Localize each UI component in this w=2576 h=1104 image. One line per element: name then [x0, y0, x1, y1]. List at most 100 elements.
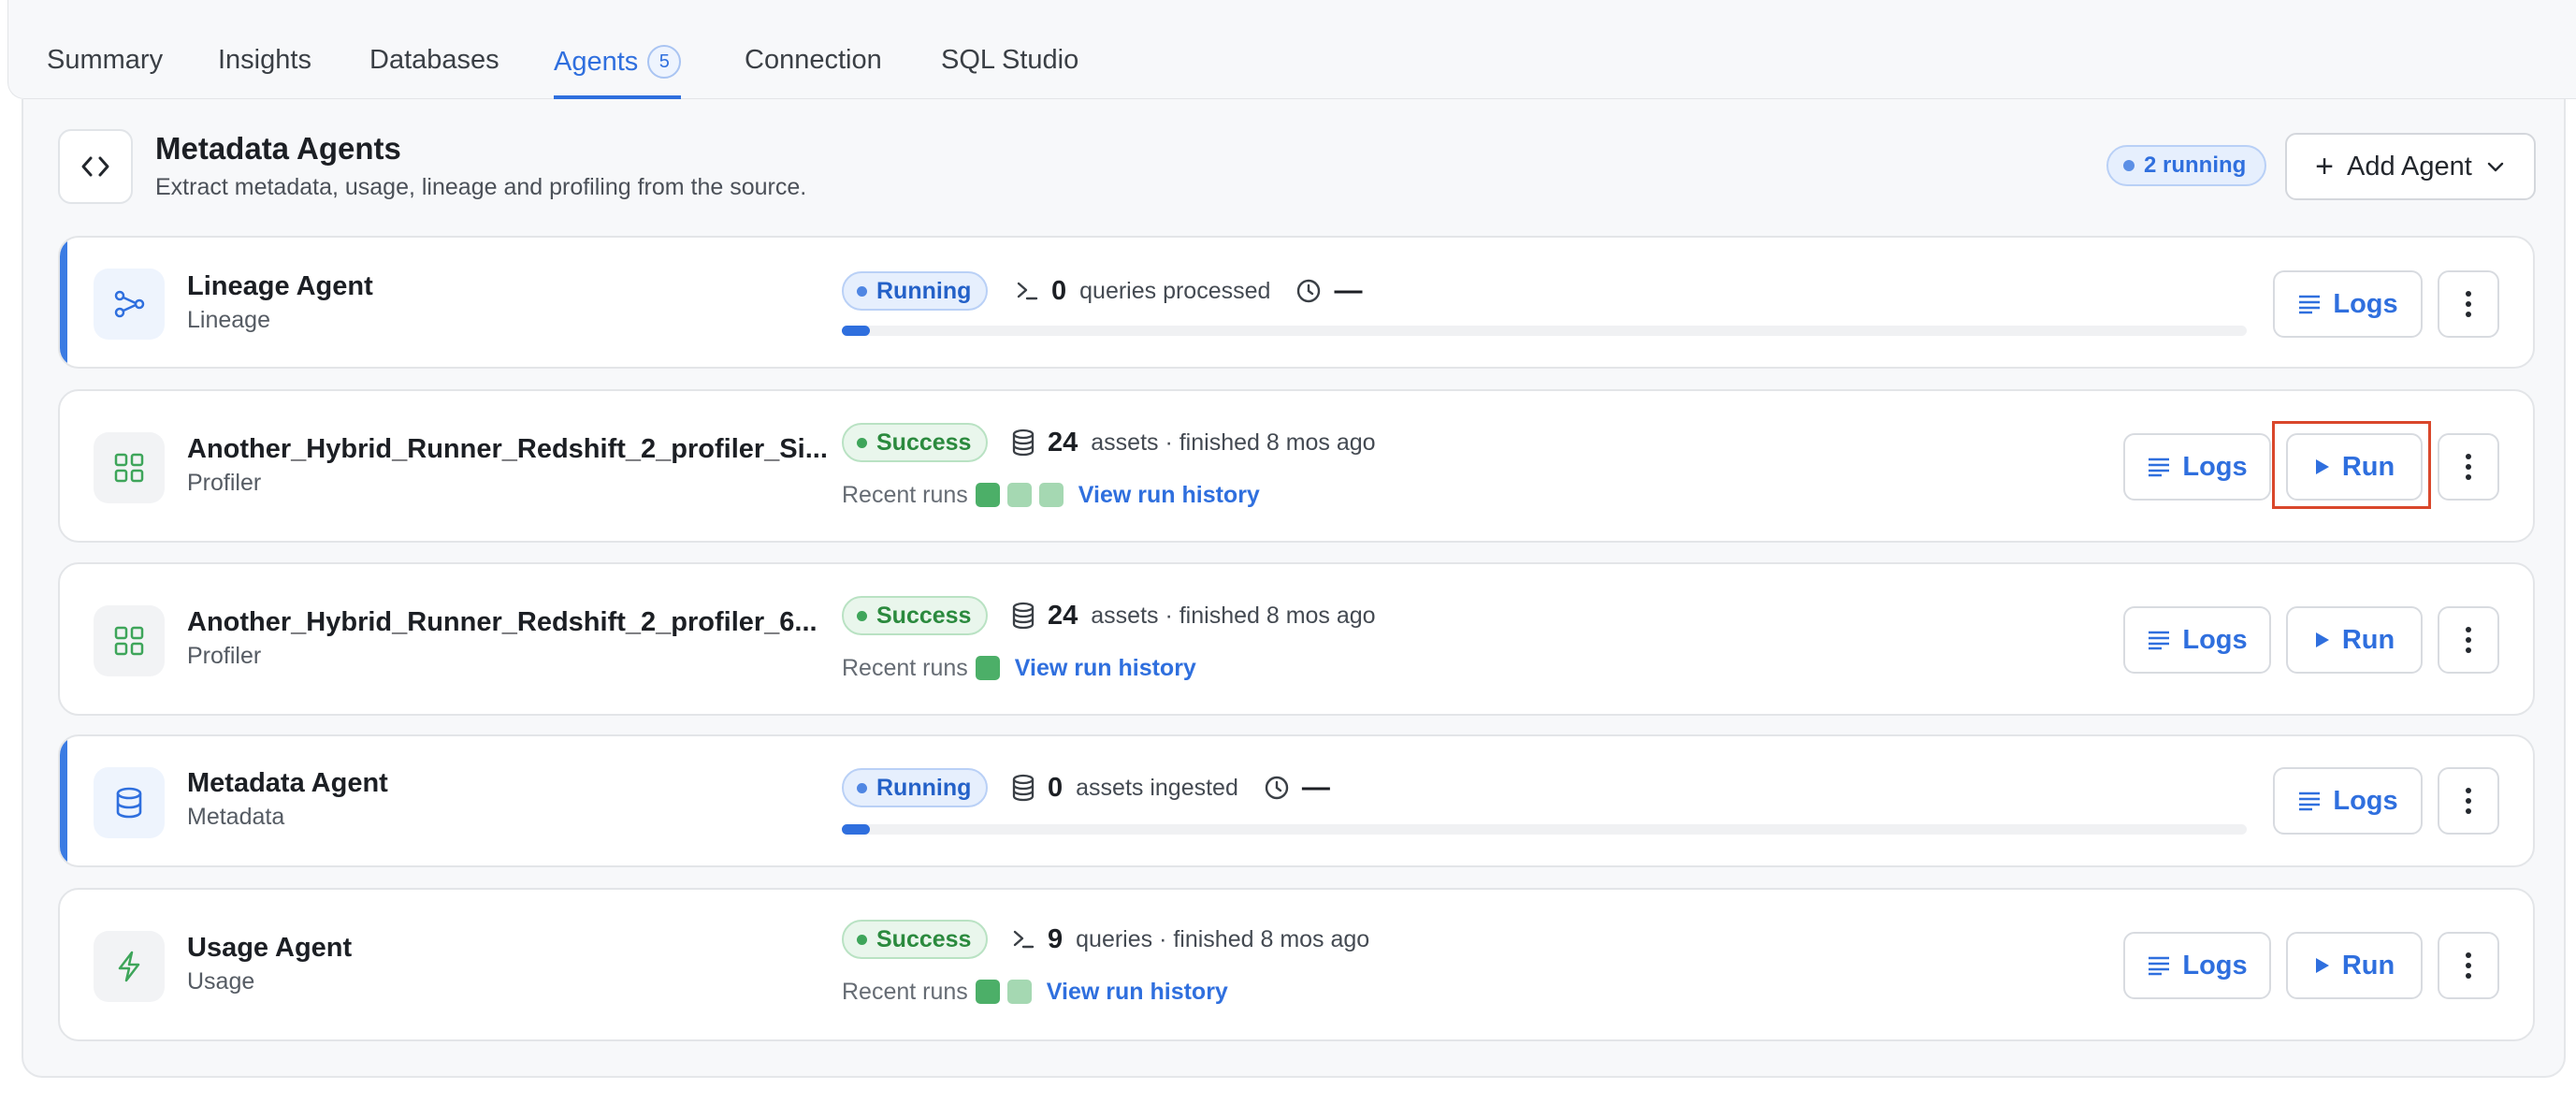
run-status-square[interactable] [1006, 483, 1032, 507]
clock-icon [1265, 776, 1289, 800]
more-vertical-icon [2466, 627, 2471, 653]
grid-icon [94, 605, 165, 676]
more-vertical-icon [2466, 291, 2471, 317]
lightning-icon [94, 931, 165, 1002]
logs-label: Logs [2333, 785, 2398, 816]
terminal-icon [1013, 930, 1035, 949]
run-button[interactable]: Run [2286, 932, 2423, 999]
more-options-button[interactable] [2438, 270, 2499, 338]
agent-metric: 9 queries · finished 8 mos ago [1010, 920, 1369, 959]
metric-count: 24 [1048, 427, 1078, 458]
logs-icon [2149, 631, 2170, 650]
section-subtitle: Extract metadata, usage, lineage and pro… [155, 174, 807, 200]
more-vertical-icon [2466, 788, 2471, 814]
agent-name: Another_Hybrid_Runner_Redshift_2_profile… [187, 434, 828, 464]
recent-runs: Recent runs View run history [842, 475, 1260, 515]
tab-databases[interactable]: Databases [369, 45, 499, 99]
status-dot-icon [857, 286, 867, 297]
tab-insights[interactable]: Insights [218, 45, 311, 99]
run-label: Run [2341, 451, 2395, 482]
logs-icon [2299, 792, 2321, 811]
logs-label: Logs [2333, 288, 2398, 319]
metric-count: 0 [1048, 772, 1064, 803]
status-dot-icon [857, 935, 867, 945]
agent-metric: 0 assets ingested — [1010, 768, 1330, 807]
run-label: Run [2341, 950, 2395, 981]
status-dot-icon [857, 611, 867, 621]
run-status-square[interactable] [1006, 980, 1032, 1004]
view-run-history-link[interactable]: View run history [1047, 979, 1228, 1006]
status-badge: Success [842, 920, 989, 959]
status-dot-icon [857, 783, 867, 793]
grid-icon [94, 432, 165, 503]
duration-value: — [1334, 275, 1363, 306]
status-label: Success [876, 603, 972, 629]
status-dot-icon [857, 438, 867, 448]
more-options-button[interactable] [2438, 932, 2499, 999]
code-icon [58, 129, 133, 204]
database-icon [1012, 429, 1035, 457]
clock-icon [1297, 279, 1321, 303]
duration-value: — [1301, 772, 1330, 803]
add-agent-button[interactable]: + Add Agent [2285, 133, 2536, 200]
run-status-square[interactable] [975, 656, 1000, 680]
play-icon [2315, 958, 2329, 973]
chevron-down-icon [2487, 162, 2504, 172]
logs-button[interactable]: Logs [2123, 932, 2271, 999]
progress-fill [842, 326, 871, 336]
agent-type: Profiler [187, 470, 262, 496]
logs-icon [2299, 295, 2321, 314]
logs-button[interactable]: Logs [2273, 270, 2423, 338]
progress-bar [842, 824, 2247, 835]
running-count-label: 2 running [2144, 153, 2247, 178]
database-icon [94, 767, 165, 838]
recent-runs-label: Recent runs [842, 978, 968, 1005]
agent-card-lineage: Lineage Agent Lineage Running 0 queries … [58, 236, 2535, 369]
status-label: Success [876, 429, 972, 456]
more-options-button[interactable] [2438, 433, 2499, 501]
run-button[interactable]: Run [2286, 433, 2423, 501]
agent-card-profiler-si: Another_Hybrid_Runner_Redshift_2_profile… [58, 389, 2535, 543]
status-label: Running [876, 278, 972, 304]
database-icon [1012, 602, 1035, 630]
more-options-button[interactable] [2438, 767, 2499, 835]
play-icon [2315, 459, 2329, 474]
run-status-square[interactable] [1038, 483, 1064, 507]
run-status-square[interactable] [975, 483, 1000, 507]
agent-type: Lineage [187, 307, 270, 333]
lineage-icon [94, 269, 165, 340]
agent-card-metadata: Metadata Agent Metadata Running 0 assets… [58, 734, 2535, 867]
logs-button[interactable]: Logs [2123, 606, 2271, 674]
view-run-history-link[interactable]: View run history [1078, 482, 1260, 509]
more-vertical-icon [2466, 454, 2471, 480]
recent-runs: Recent runs View run history [842, 972, 1228, 1011]
metric-count: 24 [1048, 600, 1078, 631]
agent-card-profiler-6: Another_Hybrid_Runner_Redshift_2_profile… [58, 562, 2535, 716]
tab-connection[interactable]: Connection [745, 45, 882, 99]
more-vertical-icon [2466, 952, 2471, 979]
logs-icon [2149, 956, 2170, 976]
agent-type: Usage [187, 968, 255, 995]
status-badge: Success [842, 596, 989, 635]
agent-name: Lineage Agent [187, 271, 373, 301]
recent-runs-label: Recent runs [842, 481, 968, 508]
run-button[interactable]: Run [2286, 606, 2423, 674]
logs-button[interactable]: Logs [2123, 433, 2271, 501]
logs-button[interactable]: Logs [2273, 767, 2423, 835]
terminal-icon [1017, 282, 1038, 300]
status-label: Success [876, 926, 972, 952]
tab-agents[interactable]: Agents 5 [554, 45, 682, 99]
plus-icon: + [2315, 149, 2334, 184]
metric-label: assets ingested [1076, 774, 1238, 801]
run-status-square[interactable] [975, 980, 1000, 1004]
progress-bar [842, 326, 2247, 336]
tab-summary[interactable]: Summary [47, 45, 163, 99]
add-agent-label: Add Agent [2347, 151, 2472, 182]
more-options-button[interactable] [2438, 606, 2499, 674]
view-run-history-link[interactable]: View run history [1015, 655, 1196, 682]
agent-card-usage: Usage Agent Usage Success 9 queries · fi… [58, 888, 2535, 1041]
recent-runs: Recent runs View run history [842, 648, 1196, 688]
tab-agents-count-badge: 5 [647, 45, 682, 79]
tab-sql-studio[interactable]: SQL Studio [941, 45, 1078, 99]
logs-label: Logs [2182, 950, 2248, 981]
